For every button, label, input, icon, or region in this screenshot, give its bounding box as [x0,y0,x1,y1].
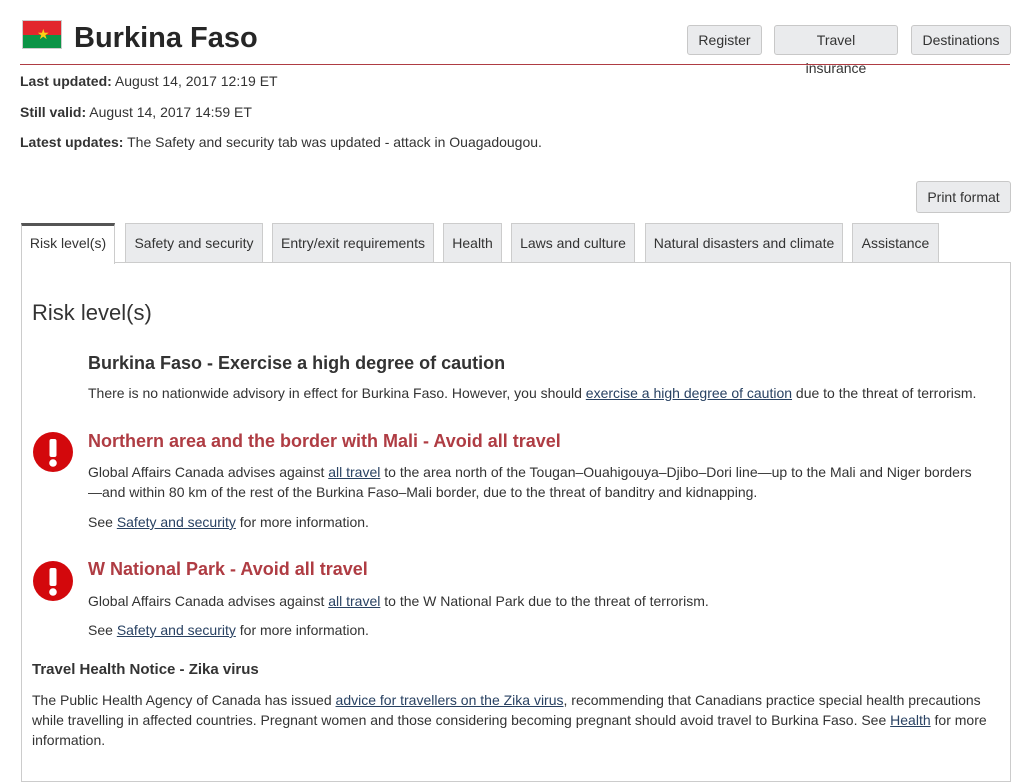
safety-security-link[interactable]: Safety and security [117,514,236,530]
health-link[interactable]: Health [890,712,930,728]
safety-security-link[interactable]: Safety and security [117,622,236,638]
w-national-park-text: Global Affairs Canada advises against al… [88,593,709,609]
tab-assistance[interactable]: Assistance [852,223,939,263]
header-divider [20,64,1010,65]
zika-advice-link[interactable]: advice for travellers on the Zika virus [336,692,564,708]
health-notice-text: The Public Health Agency of Canada has i… [32,692,987,748]
tab-safety-security[interactable]: Safety and security [125,223,263,263]
tab-natural-disasters[interactable]: Natural disasters and climate [645,223,843,263]
burkina-faso-flag: ★ [22,20,62,49]
northern-area-title: Northern area and the border with Mali -… [88,431,561,451]
tab-laws-culture[interactable]: Laws and culture [511,223,635,263]
destinations-button[interactable]: Destinations [911,25,1011,55]
national-advisory-text: There is no nationwide advisory in effec… [88,385,977,401]
alert-icon [33,561,73,601]
register-button[interactable]: Register [687,25,762,55]
tab-entry-exit[interactable]: Entry/exit requirements [272,223,434,263]
tab-health[interactable]: Health [443,223,502,263]
page-title: Burkina Faso [74,22,258,54]
all-travel-link[interactable]: all travel [328,593,380,609]
travel-insurance-button[interactable]: Travel insurance [774,25,898,76]
w-national-park-title: W National Park - Avoid all travel [88,559,368,579]
all-travel-link[interactable]: all travel [328,464,380,480]
northern-see-more: See Safety and security for more informa… [88,514,369,530]
northern-area-text: Global Affairs Canada advises against al… [88,464,972,500]
tab-risk-levels[interactable]: Risk level(s) [21,223,115,264]
national-advisory-title: Burkina Faso - Exercise a high degree of… [88,353,506,373]
latest-updates: Latest updates: The Safety and security … [20,134,542,150]
section-heading: Risk level(s) [32,300,152,325]
high-caution-link[interactable]: exercise a high degree of caution [586,385,792,401]
still-valid: Still valid: August 14, 2017 14:59 ET [20,104,252,120]
print-format-button[interactable]: Print format [916,181,1011,213]
alert-icon [33,432,73,472]
health-notice-title: Travel Health Notice - Zika virus [32,661,259,678]
last-updated: Last updated: August 14, 2017 12:19 ET [20,73,278,89]
park-see-more: See Safety and security for more informa… [88,622,369,638]
